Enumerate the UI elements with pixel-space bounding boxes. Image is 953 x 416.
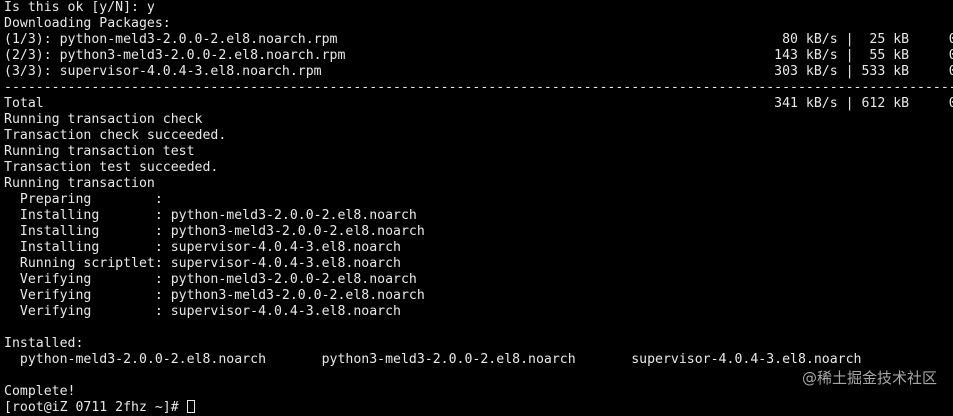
terminal-line: Installing : python-meld3-2.0.0-2.el8.no… — [4, 208, 953, 223]
terminal-line: Running transaction check — [4, 112, 203, 127]
terminal-line: Verifying : python-meld3-2.0.0-2.el8.noa… — [4, 272, 953, 287]
terminal-window[interactable]: Is this ok [y/N]: y Downloading Packages… — [0, 0, 953, 415]
terminal-line: Running transaction — [4, 176, 155, 191]
watermark: @稀土掘金技术社区 — [801, 369, 937, 387]
terminal-line: Preparing : 1/1 — [4, 192, 953, 207]
terminal-prompt: [root@iZ 0711 2fhz ~]# — [4, 400, 187, 415]
terminal-line: Installing : supervisor-4.0.4-3.el8.noar… — [4, 240, 953, 255]
terminal-prompt-line[interactable]: [root@iZ 0711 2fhz ~]# — [4, 400, 953, 416]
terminal-line: (1/3): python-meld3-2.0.0-2.el8.noarch.r… — [4, 32, 953, 47]
terminal-line: Installed: — [4, 336, 84, 351]
terminal-line: Verifying : supervisor-4.0.4-3.el8.noarc… — [4, 304, 953, 319]
terminal-line: Is this ok [y/N]: y — [4, 0, 155, 15]
terminal-line: Transaction check succeeded. — [4, 128, 227, 143]
terminal-line: Transaction test succeeded. — [4, 160, 219, 175]
terminal-line: Installing : python3-meld3-2.0.0-2.el8.n… — [4, 224, 953, 239]
terminal-line: Running scriptlet: supervisor-4.0.4-3.el… — [4, 256, 953, 271]
terminal-line: Verifying : python3-meld3-2.0.0-2.el8.no… — [4, 288, 953, 303]
terminal-line: Running transaction test — [4, 144, 195, 159]
terminal-line: Total 341 kB/s | 612 kB 00:01 — [4, 96, 953, 111]
terminal-separator-line: ----------------------------------------… — [4, 80, 953, 95]
terminal-line: Downloading Packages: — [4, 16, 171, 31]
terminal-cursor — [186, 400, 195, 413]
terminal-line: (2/3): python3-meld3-2.0.0-2.el8.noarch.… — [4, 48, 953, 63]
terminal-line: (3/3): supervisor-4.0.4-3.el8.noarch.rpm… — [4, 64, 953, 79]
terminal-line: python-meld3-2.0.0-2.el8.noarch python3-… — [4, 352, 862, 367]
